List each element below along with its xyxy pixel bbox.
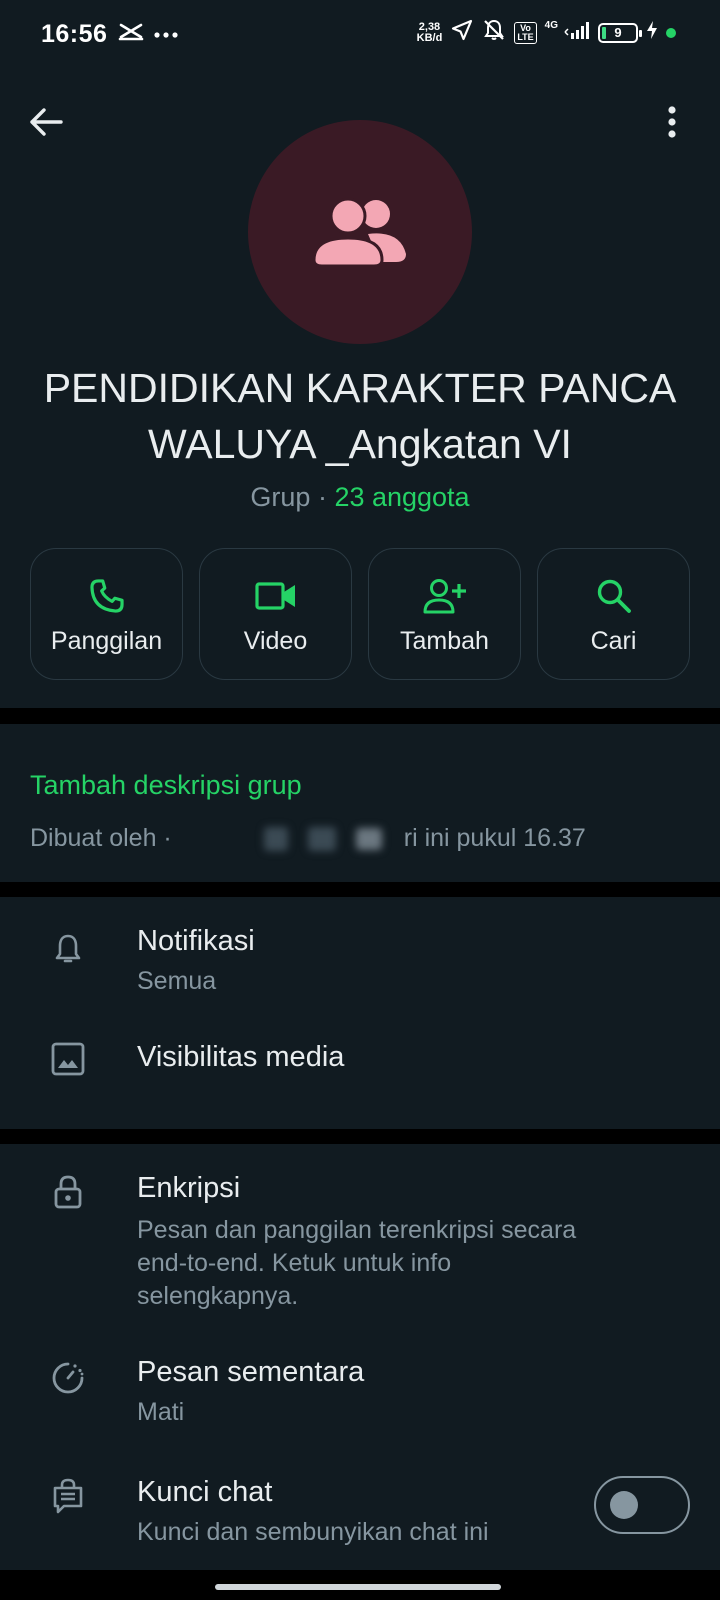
media-visibility-title: Visibilitas media [137, 1041, 345, 1073]
subtitle-separator: · [310, 482, 335, 512]
action-buttons: Panggilan Video Tambah Cari [30, 548, 690, 680]
search-button[interactable]: Cari [537, 548, 690, 680]
battery-icon: 9 [598, 22, 642, 43]
add-description-link[interactable]: Tambah deskripsi grup [30, 770, 302, 801]
toggle-knob [610, 1491, 638, 1519]
home-gesture-handle[interactable] [215, 1584, 501, 1590]
phone-icon [88, 573, 126, 619]
disappearing-messages-subtitle: Mati [137, 1398, 185, 1426]
encryption-subtitle: Pesan dan panggilan terenkripsi secara e… [137, 1216, 577, 1310]
group-avatar[interactable] [248, 120, 472, 344]
settings-group-privacy: Enkripsi Pesan dan panggilan terenkripsi… [0, 1144, 720, 1570]
settings-group-notifications: Notifikasi Semua Visibilitas media [0, 897, 720, 1129]
chat-lock-row[interactable]: Kunci chat Kunci dan sembunyikan chat in… [0, 1446, 720, 1570]
lock-icon [48, 1172, 88, 1212]
encryption-row[interactable]: Enkripsi Pesan dan panggilan terenkripsi… [0, 1144, 720, 1324]
back-button[interactable] [26, 102, 66, 142]
image-icon [48, 1039, 88, 1079]
video-call-button[interactable]: Video [199, 548, 352, 680]
volte-badge: Vo LTE [514, 21, 537, 44]
timer-icon [48, 1358, 88, 1398]
call-button[interactable]: Panggilan [30, 548, 183, 680]
more-options-button[interactable] [662, 102, 682, 142]
network-speed: 2,38 KB/d [416, 20, 443, 44]
arrow-back-icon [30, 108, 63, 136]
redacted-creator [176, 829, 256, 849]
bell-icon [48, 929, 88, 969]
add-member-button[interactable]: Tambah [368, 548, 521, 680]
notifications-muted-icon [482, 18, 506, 47]
description-section: Tambah deskripsi grup Dibuat oleh · ri in… [0, 724, 720, 882]
chat-lock-toggle[interactable] [594, 1476, 690, 1534]
group-name: PENDIDIKAN KARAKTER PANCA WALUYA _Angkat… [43, 365, 677, 467]
chat-lock-subtitle: Kunci dan sembunyikan chat ini [137, 1518, 489, 1546]
signal-icon [564, 20, 590, 45]
status-bar: 16:56 2,38 KB/d Vo LTE 4G 9 [0, 0, 720, 68]
add-person-icon [423, 573, 467, 619]
search-icon [596, 573, 632, 619]
group-icon [312, 197, 406, 268]
privacy-indicator-dot [666, 27, 676, 38]
video-icon [254, 573, 297, 619]
more-vert-icon [668, 106, 676, 138]
disappearing-messages-row[interactable]: Pesan sementara Mati [0, 1324, 720, 1446]
group-type: Grup [250, 482, 311, 512]
member-count[interactable]: 23 anggota [334, 482, 469, 512]
notifications-title: Notifikasi [137, 925, 255, 957]
chat-lock-title: Kunci chat [137, 1476, 273, 1508]
navigation-bar [0, 1570, 720, 1600]
capcut-notification-icon [118, 22, 144, 47]
status-time: 16:56 [41, 20, 108, 48]
network-type: 4G [544, 20, 558, 31]
charging-icon [646, 20, 658, 45]
media-visibility-row[interactable]: Visibilitas media [0, 1027, 720, 1127]
encryption-title: Enkripsi [137, 1172, 241, 1204]
redacted-block [307, 827, 336, 852]
created-by-text: Dibuat oleh · ri ini pukul 16.37 [30, 824, 586, 852]
chat-lock-icon [48, 1476, 88, 1516]
group-header: PENDIDIKAN KARAKTER PANCA WALUYA _Angkat… [0, 68, 720, 708]
redacted-block [355, 828, 382, 851]
disappearing-messages-title: Pesan sementara [137, 1356, 365, 1388]
notifications-row[interactable]: Notifikasi Semua [0, 897, 720, 1027]
more-notifications-icon [154, 26, 178, 44]
location-icon [450, 18, 474, 47]
notifications-subtitle: Semua [137, 967, 217, 995]
redacted-block [263, 827, 288, 852]
group-subtitle: Grup · 23 anggota [0, 482, 720, 513]
